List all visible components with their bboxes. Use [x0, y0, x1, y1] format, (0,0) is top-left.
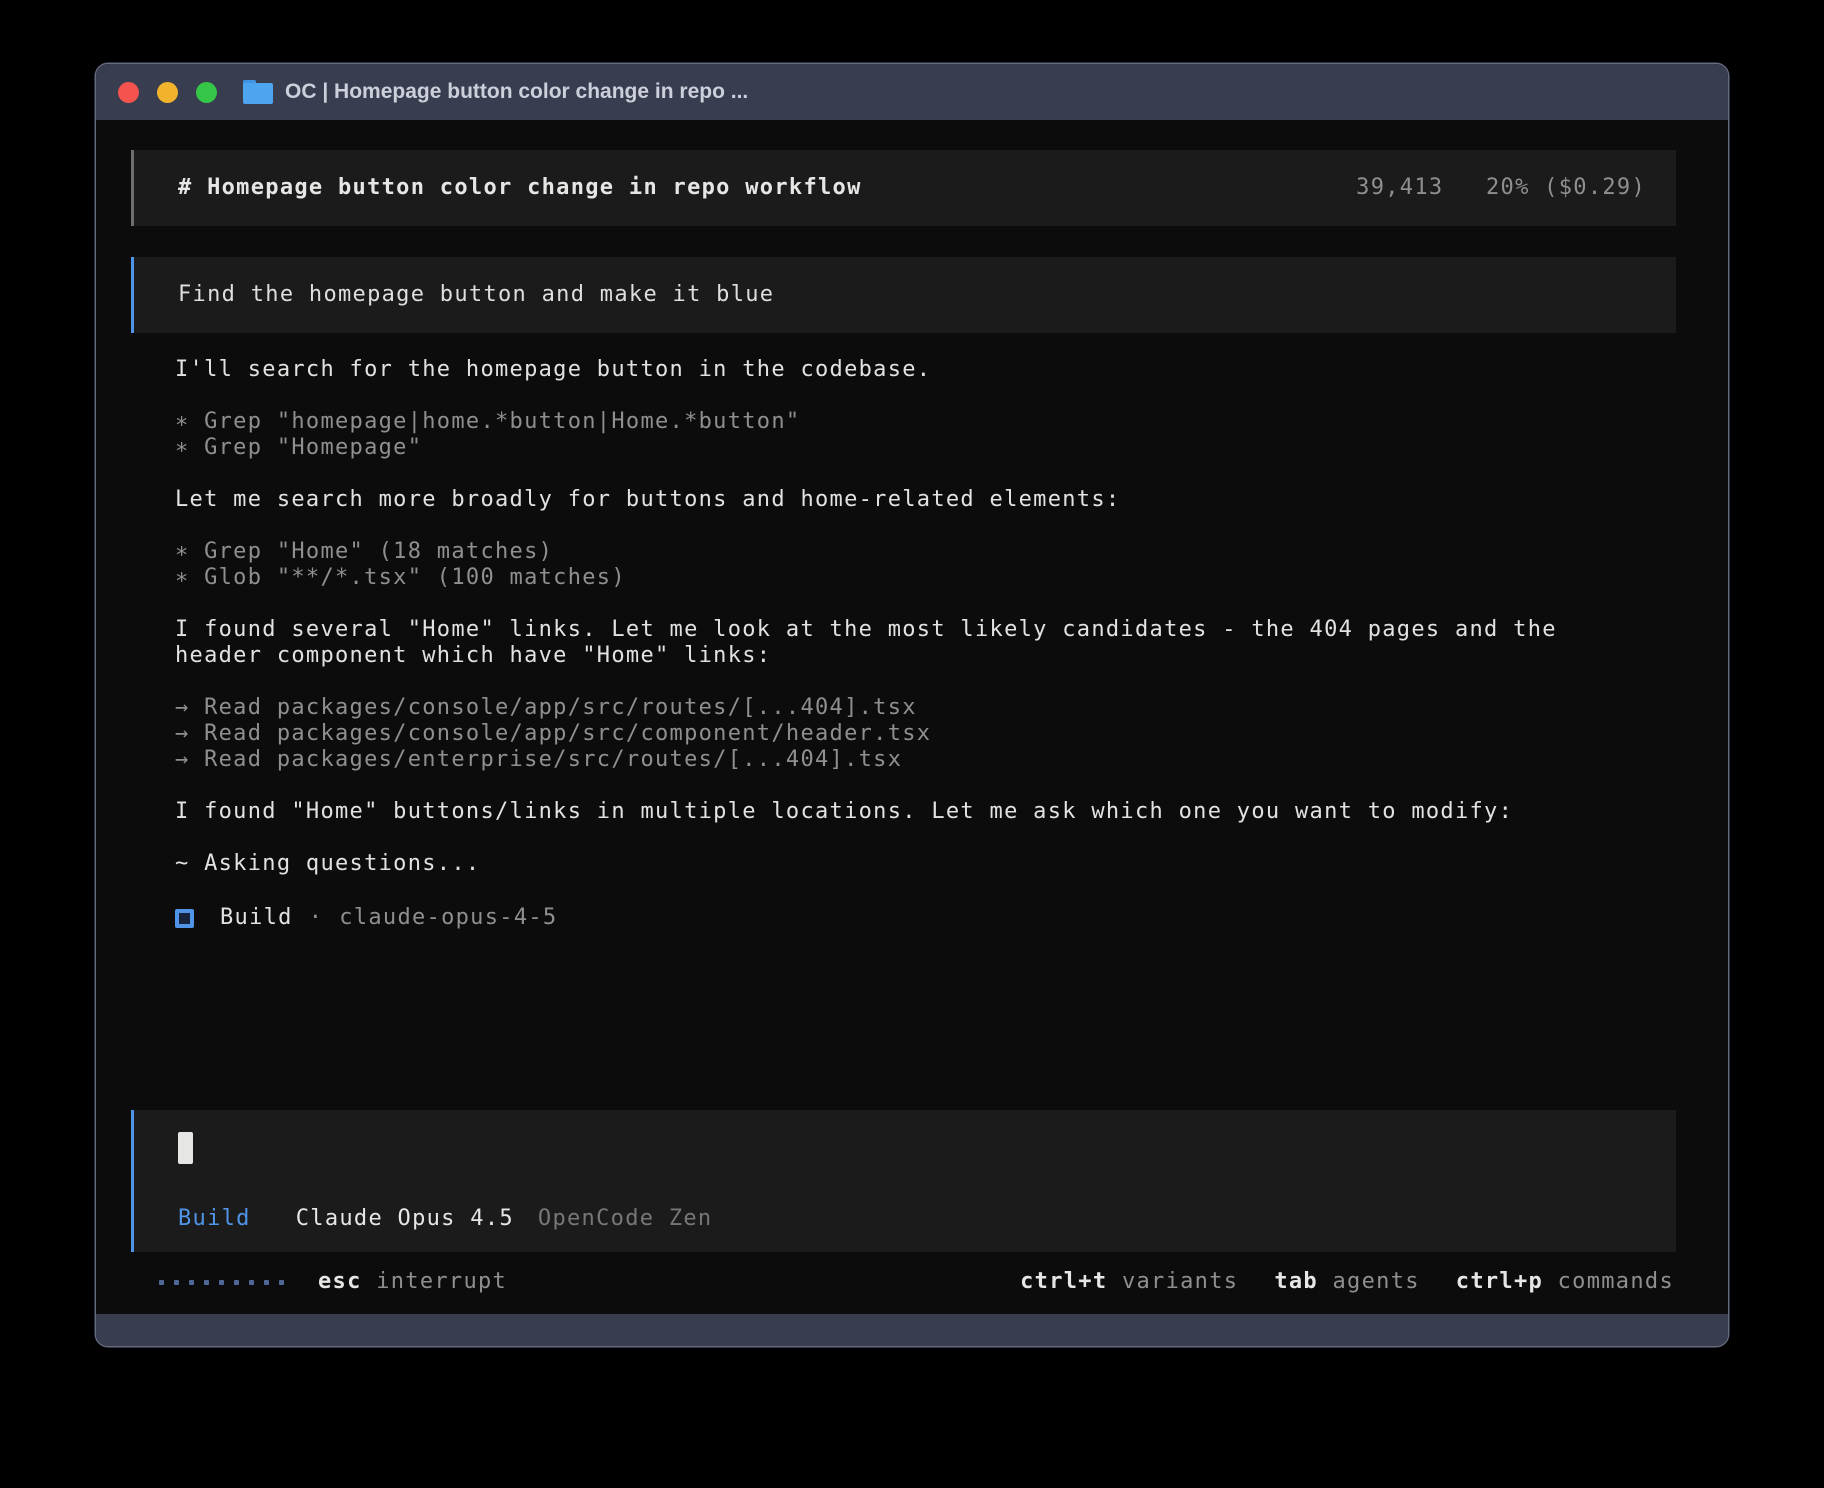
assistant-line: ~ Asking questions... — [175, 851, 1614, 877]
assistant-text: I'll search for the homepage button in t… — [175, 357, 1614, 383]
session-title: # Homepage button color change in repo w… — [178, 175, 862, 201]
tool-calls-grep: ∗ Grep "homepage|home.*button|Home.*butt… — [175, 409, 1614, 461]
status-bar: esc interrupt ctrl+t variants tab agents… — [131, 1262, 1676, 1302]
assistant-line: I'll search for the homepage button in t… — [175, 357, 1614, 383]
traffic-lights — [118, 82, 217, 103]
assistant-text: I found "Home" buttons/links in multiple… — [175, 799, 1614, 825]
hint-interrupt: esc interrupt — [318, 1269, 507, 1295]
agent-name: Build — [220, 905, 293, 931]
spinner-dots — [159, 1280, 284, 1285]
hint-key: tab — [1274, 1269, 1318, 1294]
prompt-agent-label[interactable]: Build — [178, 1206, 251, 1232]
session-meta: 39,413 20% ($0.29) — [1356, 175, 1646, 201]
hint-label: commands — [1558, 1269, 1674, 1294]
assistant-transcript: I'll search for the homepage button in t… — [131, 357, 1676, 903]
prompt-model-label: Claude Opus 4.5 — [296, 1206, 514, 1232]
token-count: 39,413 — [1356, 175, 1443, 200]
assistant-line: Let me search more broadly for buttons a… — [175, 487, 1614, 513]
flex-spacer — [131, 933, 1676, 1110]
tool-call-line: ∗ Grep "Homepage" — [175, 435, 1614, 461]
minimize-button[interactable] — [157, 82, 178, 103]
hint-key: ctrl+p — [1456, 1269, 1543, 1294]
tool-call-line: ∗ Glob "**/*.tsx" (100 matches) — [175, 565, 1614, 591]
close-button[interactable] — [118, 82, 139, 103]
hint-label: variants — [1122, 1269, 1238, 1294]
status-hints-right: ctrl+t variants tab agents ctrl+p comman… — [1020, 1269, 1674, 1295]
hint-label: interrupt — [376, 1269, 507, 1294]
assistant-line: I found several "Home" links. Let me loo… — [175, 617, 1614, 669]
prompt-input[interactable]: Build Claude Opus 4.5 OpenCode Zen — [131, 1110, 1676, 1252]
agent-status-line: Build · claude-opus-4-5 — [131, 903, 1676, 933]
assistant-line: I found "Home" buttons/links in multiple… — [175, 799, 1614, 825]
agent-build-icon — [175, 909, 194, 928]
user-message: Find the homepage button and make it blu… — [131, 257, 1676, 333]
hint-key: esc — [318, 1269, 362, 1294]
terminal-content: # Homepage button color change in repo w… — [96, 120, 1728, 1314]
prompt-provider-label: OpenCode Zen — [538, 1206, 713, 1232]
tool-calls-search: ∗ Grep "Home" (18 matches) ∗ Glob "**/*.… — [175, 539, 1614, 591]
hint-commands: ctrl+p commands — [1456, 1269, 1674, 1295]
agent-separator: · — [309, 905, 324, 931]
context-cost: 20% ($0.29) — [1486, 175, 1646, 200]
tool-call-line: → Read packages/console/app/src/componen… — [175, 721, 1614, 747]
tool-call-line: ∗ Grep "Home" (18 matches) — [175, 539, 1614, 565]
hint-key: ctrl+t — [1020, 1269, 1107, 1294]
prompt-footer: Build Claude Opus 4.5 OpenCode Zen — [178, 1206, 1646, 1232]
tool-call-line: → Read packages/enterprise/src/routes/[.… — [175, 747, 1614, 773]
window-title: OC | Homepage button color change in rep… — [285, 80, 748, 104]
assistant-text: I found several "Home" links. Let me loo… — [175, 617, 1614, 669]
zoom-button[interactable] — [196, 82, 217, 103]
tool-calls-read: → Read packages/console/app/src/routes/[… — [175, 695, 1614, 773]
window-titlebar[interactable]: OC | Homepage button color change in rep… — [96, 64, 1728, 120]
agent-model: claude-opus-4-5 — [339, 905, 557, 931]
hint-label: agents — [1333, 1269, 1420, 1294]
window-footer-strip — [96, 1314, 1728, 1346]
hint-agents: tab agents — [1274, 1269, 1419, 1295]
titlebar-title-group: OC | Homepage button color change in rep… — [243, 80, 748, 104]
folder-icon — [243, 80, 273, 104]
text-cursor — [178, 1132, 193, 1164]
terminal-window: OC | Homepage button color change in rep… — [96, 64, 1728, 1346]
tool-call-line: ∗ Grep "homepage|home.*button|Home.*butt… — [175, 409, 1614, 435]
assistant-text: Let me search more broadly for buttons a… — [175, 487, 1614, 513]
hint-variants: ctrl+t variants — [1020, 1269, 1238, 1295]
session-header: # Homepage button color change in repo w… — [131, 150, 1676, 226]
user-message-text: Find the homepage button and make it blu… — [178, 282, 774, 307]
assistant-status-text: ~ Asking questions... — [175, 851, 1614, 877]
tool-call-line: → Read packages/console/app/src/routes/[… — [175, 695, 1614, 721]
